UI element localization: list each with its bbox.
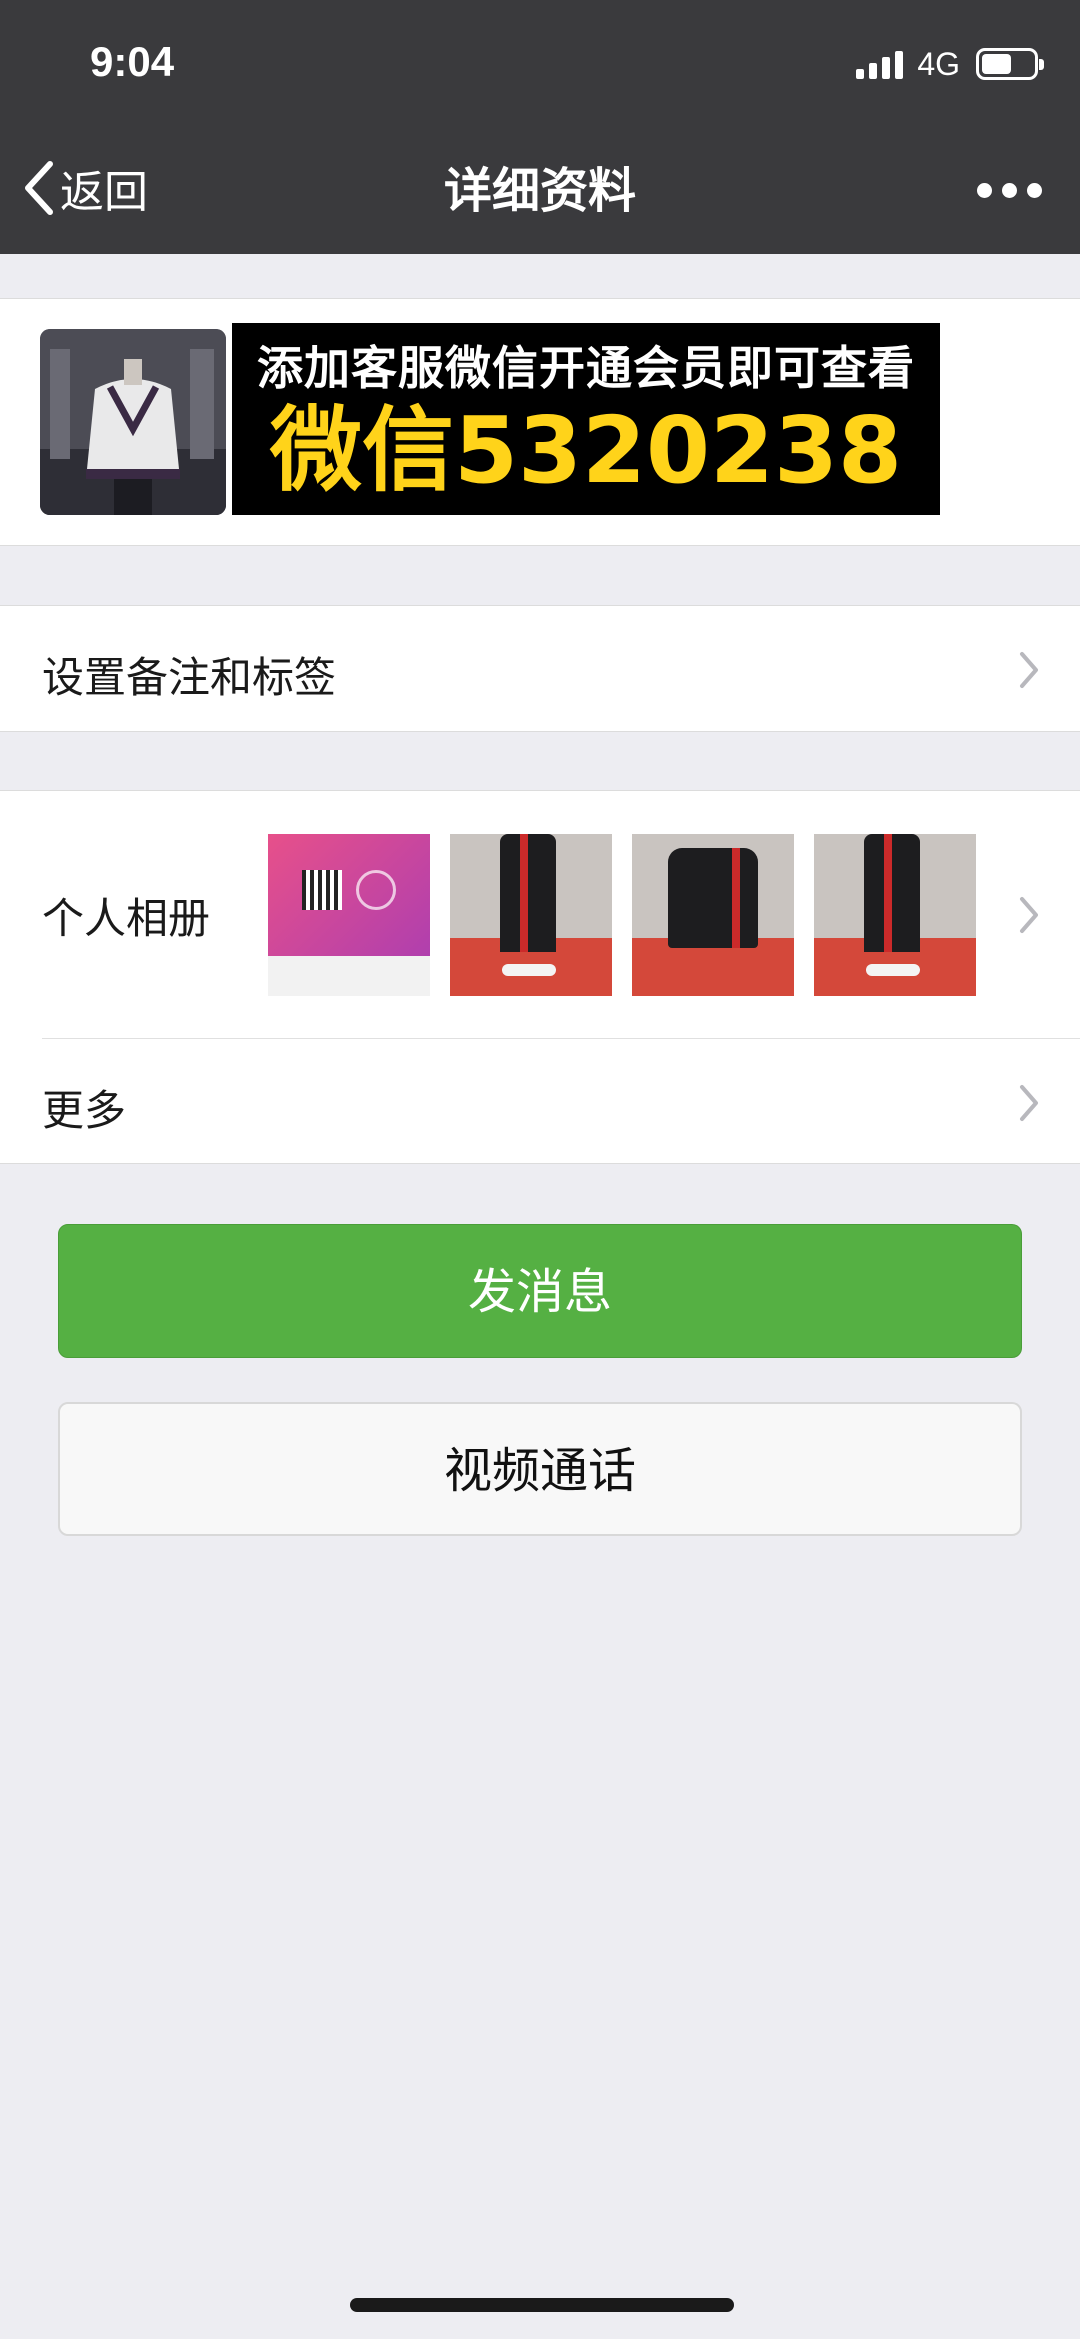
header-bar: 9:04 4G 返回 详细资料 [0, 0, 1080, 254]
album-thumbnail [814, 834, 976, 996]
more-options-button[interactable] [977, 170, 1042, 210]
signal-icon [856, 49, 904, 79]
set-remark-tags-label: 设置备注和标签 [42, 653, 337, 702]
banner-text-line2: 微信5320238 [269, 397, 903, 504]
chevron-right-icon [1020, 652, 1038, 688]
video-call-button[interactable]: 视频通话 [58, 1402, 1022, 1536]
profile-card: 添加客服微信开通会员即可查看 微信5320238 [0, 298, 1080, 546]
dot-icon [1002, 182, 1017, 198]
battery-icon [976, 48, 1044, 80]
network-type: 4G [917, 45, 960, 82]
page-title: 详细资料 [443, 163, 636, 219]
status-time: 9:04 [90, 38, 175, 85]
album-thumbnails [268, 834, 976, 996]
avatar[interactable] [40, 329, 226, 515]
status-indicators: 4G [856, 44, 1044, 84]
album-thumbnail [450, 834, 612, 996]
more-cell[interactable]: 更多 [0, 1039, 1080, 1165]
home-indicator[interactable] [350, 2298, 734, 2312]
chevron-right-icon [1020, 897, 1038, 933]
banner-text-line1: 添加客服微信开通会员即可查看 [257, 341, 915, 395]
more-label: 更多 [42, 1086, 127, 1135]
album-more-group: 个人相册 更多 [0, 790, 1080, 1164]
album-thumbnail [632, 834, 794, 996]
avatar-image [40, 329, 226, 515]
send-message-button[interactable]: 发消息 [58, 1224, 1022, 1358]
personal-album-cell[interactable]: 个人相册 [0, 791, 1080, 1038]
promo-banner: 添加客服微信开通会员即可查看 微信5320238 [232, 323, 940, 515]
personal-album-label: 个人相册 [42, 894, 211, 943]
dot-icon [977, 182, 992, 198]
chevron-right-icon [1020, 1085, 1038, 1121]
set-remark-tags-cell[interactable]: 设置备注和标签 [0, 605, 1080, 732]
album-thumbnail [268, 834, 430, 996]
dot-icon [1027, 182, 1042, 198]
